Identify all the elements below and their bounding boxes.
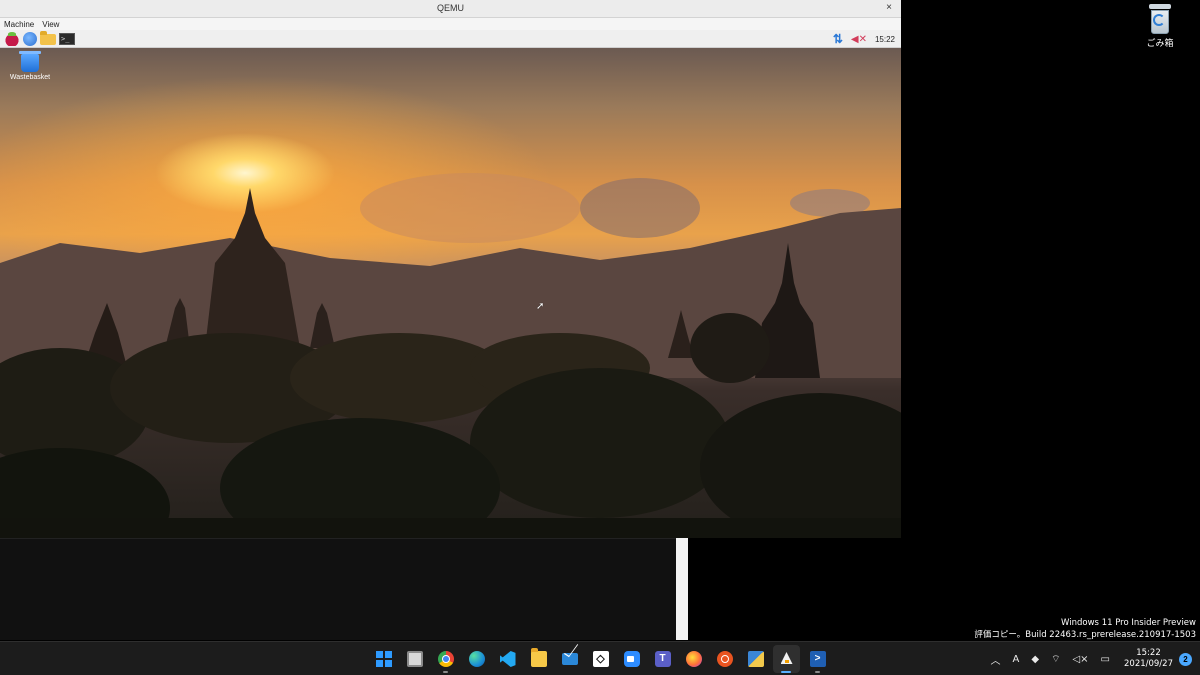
volume-muted-icon[interactable]: ◀✕ [851, 34, 867, 45]
insider-watermark: Windows 11 Pro Insider Preview 評価コピー。Bui… [974, 617, 1196, 641]
temple-sunset-wallpaper [0, 173, 901, 538]
qemu-window: QEMU × Machine View >_ ⇅ ◀✕ 15:22 Wasteb… [0, 0, 901, 538]
file-manager-icon[interactable] [40, 31, 56, 45]
ime-indicator[interactable]: A [1013, 654, 1020, 665]
qemu-window-title: QEMU [437, 3, 464, 13]
recycle-bin-label: ごみ箱 [1146, 39, 1174, 49]
taskbar-unity[interactable]: ◇ [587, 645, 614, 673]
firefox-icon [685, 651, 702, 667]
wastebasket-icon [19, 51, 41, 72]
windows-taskbar: ◇ T > ︿ A ◆ ⌔ ◁× ▭ 15:22 2021/09/27 2 [0, 641, 1200, 675]
powershell-icon: > [809, 651, 826, 667]
terminal-icon[interactable]: >_ [59, 32, 75, 45]
clock-time: 15:22 [1136, 648, 1161, 658]
watermark-edition: Windows 11 Pro Insider Preview [1061, 618, 1196, 628]
raspberry-menu-icon[interactable] [4, 31, 20, 46]
mouse-pointer-icon: ➚ [536, 301, 545, 312]
close-icon[interactable]: × [883, 2, 895, 13]
taskbar-ubuntu[interactable] [711, 645, 738, 673]
taskbar-file-explorer[interactable] [525, 645, 552, 673]
qemu-menu-bar: Machine View [0, 18, 901, 30]
taskbar-edge[interactable] [463, 645, 490, 673]
taskbar-pinned-apps: ◇ T > [370, 645, 831, 675]
unity-icon: ◇ [592, 651, 609, 667]
speaker-muted-icon[interactable]: ◁× [1072, 654, 1088, 665]
guest-panel-tray: ⇅ ◀✕ 15:22 [833, 30, 895, 48]
watermark-build: 評価コピー。Build 22463.rs_prerelease.210917-1… [974, 630, 1196, 640]
network-arrows-icon[interactable]: ⇅ [833, 32, 843, 46]
recycle-bin-icon [1149, 4, 1171, 34]
taskbar-mail[interactable] [556, 645, 583, 673]
qemu-icon [779, 651, 795, 667]
qemu-title-bar[interactable]: QEMU × [0, 0, 901, 18]
vscode-icon [499, 651, 516, 667]
web-browser-icon[interactable] [23, 31, 37, 46]
guest-wastebasket-shortcut[interactable]: Wastebasket [6, 51, 54, 81]
taskbar-vm-manager[interactable] [742, 645, 769, 673]
taskbar-qemu[interactable] [773, 645, 800, 673]
wifi-icon[interactable]: ⌔ [1051, 653, 1060, 666]
mail-icon [561, 653, 578, 665]
zoom-icon [623, 651, 640, 667]
system-tray: ︿ A ◆ ⌔ ◁× ▭ 15:22 2021/09/27 2 [985, 642, 1200, 675]
taskbar-clock[interactable]: 15:22 2021/09/27 [1124, 648, 1173, 670]
teams-icon: T [654, 651, 671, 667]
taskbar-zoom[interactable] [618, 645, 645, 673]
defender-icon[interactable]: ◆ [1031, 654, 1039, 665]
guest-clock[interactable]: 15:22 [875, 35, 895, 44]
taskbar-teams[interactable]: T [649, 645, 676, 673]
guest-top-panel: >_ ⇅ ◀✕ 15:22 [0, 30, 901, 48]
vm-manager-icon [747, 651, 764, 667]
recycle-bin-shortcut[interactable]: ごみ箱 [1140, 4, 1180, 49]
windows-start-icon [375, 651, 392, 667]
guest-desktop-wallpaper[interactable]: Wastebasket ➚ [0, 48, 901, 538]
task-view-button[interactable] [401, 645, 428, 673]
taskbar-firefox[interactable] [680, 645, 707, 673]
chevron-up-icon[interactable]: ︿ [991, 652, 1001, 667]
folder-icon [530, 648, 547, 667]
notification-badge[interactable]: 2 [1179, 652, 1192, 666]
taskbar-powershell[interactable]: > [804, 645, 831, 673]
clock-date: 2021/09/27 [1124, 659, 1173, 669]
windows-desktop: ごみ箱 QEMU × Machine View >_ ⇅ ◀✕ 15:22 Wa… [0, 0, 1200, 675]
start-button[interactable] [370, 645, 397, 673]
chrome-icon [437, 651, 454, 667]
menu-view[interactable]: View [42, 20, 59, 29]
menu-machine[interactable]: Machine [4, 20, 34, 29]
battery-icon[interactable]: ▭ [1101, 654, 1110, 665]
taskbar-chrome[interactable] [432, 645, 459, 673]
ubuntu-icon [716, 651, 733, 667]
edge-icon [468, 651, 485, 667]
taskbar-vscode[interactable] [494, 645, 521, 673]
task-view-icon [406, 651, 423, 667]
background-dark-window[interactable] [0, 538, 676, 640]
background-window-edge [676, 538, 688, 640]
wastebasket-label: Wastebasket [9, 74, 51, 81]
